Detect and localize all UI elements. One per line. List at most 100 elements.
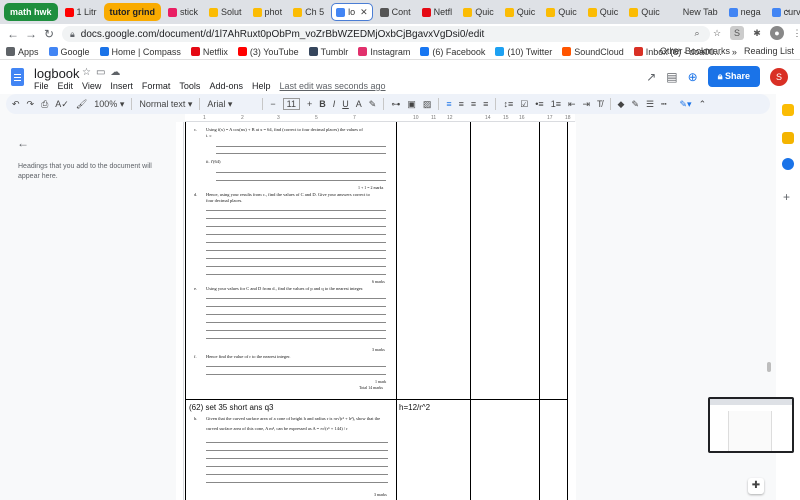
browser-tab[interactable]: 1 Litr	[61, 3, 101, 21]
tasks-icon[interactable]	[782, 158, 794, 170]
bookmark-item[interactable]: Apps	[6, 47, 39, 57]
collapse-menus-icon[interactable]: ⌃	[699, 99, 707, 110]
justify-icon[interactable]: ≡	[483, 99, 488, 109]
bulleted-list-icon[interactable]: •≡	[535, 99, 543, 109]
docs-logo-icon[interactable]	[11, 68, 24, 86]
underline-icon[interactable]: U	[342, 99, 349, 109]
align-right-icon[interactable]: ≡	[471, 99, 476, 109]
browser-tab[interactable]: phot	[249, 3, 287, 21]
comment-icon[interactable]: ▣	[407, 99, 416, 110]
add-on-plus-icon[interactable]: +	[783, 190, 790, 204]
extension-icon[interactable]: S	[730, 26, 744, 40]
log-entry-answer[interactable]: h=12/r^2	[399, 403, 430, 412]
close-outline-icon[interactable]: ←	[17, 136, 29, 150]
spellcheck-icon[interactable]: A✓	[55, 99, 69, 110]
keep-icon[interactable]	[782, 132, 794, 144]
menu-insert[interactable]: Insert	[110, 81, 133, 91]
browser-tab[interactable]: stick	[164, 3, 202, 21]
move-folder-icon[interactable]: ▭	[96, 67, 105, 78]
profile-avatar[interactable]: ●	[770, 26, 784, 40]
bookmark-item[interactable]: Netflix	[190, 47, 228, 57]
other-bookmarks[interactable]: Other Bookmarks	[660, 46, 730, 56]
border-width-icon[interactable]: ☰	[646, 99, 654, 110]
share-button[interactable]: 🔒︎ Share	[707, 66, 760, 87]
italic-icon[interactable]: I	[333, 99, 336, 109]
bookmark-star-icon[interactable]: ☆	[710, 26, 724, 40]
print-icon[interactable]: ⎙	[41, 99, 48, 110]
fill-color-icon[interactable]: ◆	[618, 99, 625, 110]
menu-view[interactable]: View	[82, 81, 101, 91]
browser-tab[interactable]: Quic	[501, 3, 540, 21]
browser-tab[interactable]: Solut	[205, 3, 246, 21]
numbered-list-icon[interactable]: 1≡	[551, 99, 561, 109]
increase-font-size-button[interactable]: +	[307, 99, 312, 109]
log-entry-title[interactable]: (62) set 35 short ans q3	[189, 403, 274, 412]
forward-icon[interactable]: →	[22, 27, 40, 41]
border-dash-icon[interactable]: ┅	[661, 99, 666, 110]
zoom-select[interactable]: 100% ▾	[94, 99, 124, 110]
bookmark-item[interactable]: Tumblr	[308, 47, 348, 57]
text-color-icon[interactable]: A	[356, 99, 362, 109]
document-title[interactable]: logbook	[34, 66, 80, 81]
reload-icon[interactable]: ↻	[40, 27, 58, 41]
bookmark-item[interactable]: SoundCloud	[562, 47, 624, 57]
browser-tab[interactable]: Quic	[542, 3, 581, 21]
decrease-indent-icon[interactable]: ⇤	[568, 99, 576, 110]
picture-in-picture-preview[interactable]	[708, 397, 794, 453]
checklist-icon[interactable]: ☑	[520, 99, 528, 110]
browser-tab[interactable]: lo ✕	[331, 3, 373, 21]
image-icon[interactable]: ▨	[423, 99, 432, 110]
menu-file[interactable]: File	[34, 81, 49, 91]
highlight-icon[interactable]: ✎	[369, 99, 377, 110]
browser-tab[interactable]: nega	[725, 3, 765, 21]
border-color-icon[interactable]: ✎	[631, 99, 639, 110]
style-select[interactable]: Normal text ▾	[139, 99, 192, 110]
bookmark-item[interactable]: Instagram	[358, 47, 410, 57]
comments-icon[interactable]: ▤	[666, 70, 677, 84]
browser-tab[interactable]: Cont	[376, 3, 415, 21]
meet-icon[interactable]: ⊕	[688, 70, 698, 84]
browser-tab[interactable]: Quic	[584, 3, 623, 21]
font-size-input[interactable]: 11	[282, 98, 300, 110]
document-page[interactable]	[176, 122, 576, 500]
tab-group-label[interactable]: tutor grind	[103, 3, 162, 21]
tab-group-label[interactable]: math hwk	[4, 3, 58, 21]
account-avatar[interactable]: S	[770, 67, 788, 86]
browser-tab[interactable]: Netfl	[418, 3, 457, 21]
bold-icon[interactable]: B	[319, 99, 326, 109]
star-icon[interactable]: ☆	[82, 67, 91, 78]
redo-icon[interactable]: ↷	[27, 99, 35, 110]
browser-tab[interactable]: Quic	[625, 3, 664, 21]
align-left-icon[interactable]: ≡	[446, 99, 451, 109]
paint-format-icon[interactable]: 🖌︎	[76, 99, 87, 110]
activity-dashboard-icon[interactable]: ↗	[646, 70, 656, 84]
menu-icon[interactable]: ⋮	[790, 26, 800, 40]
menu-add-ons[interactable]: Add-ons	[209, 81, 243, 91]
link-icon[interactable]: ⊶	[391, 99, 400, 110]
last-edit-link[interactable]: Last edit was seconds ago	[279, 81, 385, 91]
close-tab-icon[interactable]: ✕	[360, 7, 368, 18]
align-center-icon[interactable]: ≡	[459, 99, 464, 109]
explore-button[interactable]: ✚	[748, 478, 764, 494]
vertical-ruler[interactable]	[176, 122, 184, 500]
editing-mode-icon[interactable]: ✎▾	[680, 99, 692, 110]
calendar-icon[interactable]	[782, 104, 794, 116]
back-icon[interactable]: ←	[4, 27, 22, 41]
undo-icon[interactable]: ↶	[12, 99, 20, 110]
horizontal-ruler[interactable]: 1 2 3 5 7 10 11 12 14 15 16 17 18	[185, 114, 575, 122]
puzzle-icon[interactable]: ✱	[750, 26, 764, 40]
font-select[interactable]: Arial ▾	[207, 99, 255, 110]
browser-tab[interactable]: Ch 5	[289, 3, 328, 21]
reading-list[interactable]: Reading List	[744, 46, 794, 56]
menu-tools[interactable]: Tools	[179, 81, 200, 91]
menu-help[interactable]: Help	[252, 81, 271, 91]
tab-search-icon[interactable]: ⌄	[784, 4, 792, 15]
zoom-icon[interactable]: ⌕	[690, 26, 704, 40]
bookmark-item[interactable]: Home | Compass	[99, 47, 181, 57]
bookmark-item[interactable]: (3) YouTube	[237, 47, 299, 57]
increase-indent-icon[interactable]: ⇥	[583, 99, 591, 110]
decrease-font-size-button[interactable]: −	[270, 99, 275, 109]
bookmark-item[interactable]: Google	[48, 47, 90, 57]
bookmark-item[interactable]: (6) Facebook	[420, 47, 485, 57]
line-spacing-icon[interactable]: ↕≡	[503, 99, 513, 109]
